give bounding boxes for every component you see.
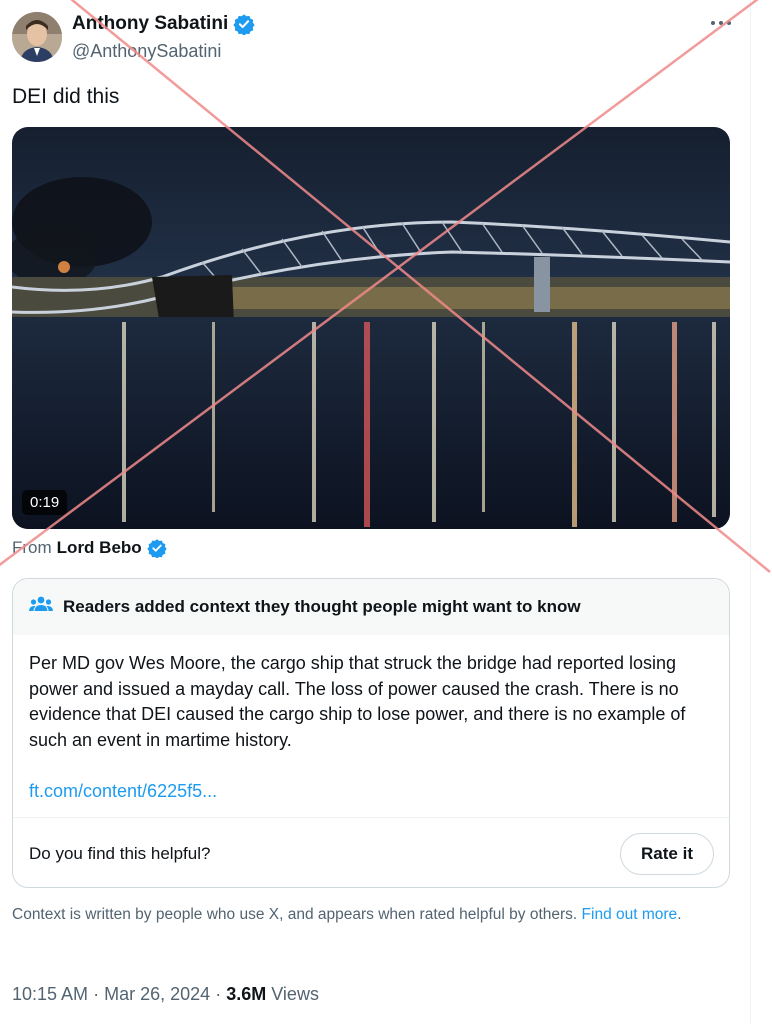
column-divider	[750, 0, 751, 1024]
author-name-row: Anthony Sabatini	[72, 13, 255, 36]
community-note-body: Per MD gov Wes Moore, the cargo ship tha…	[13, 635, 729, 805]
community-note-text: Per MD gov Wes Moore, the cargo ship tha…	[29, 653, 686, 750]
verified-badge-icon	[147, 538, 167, 559]
tweet-date[interactable]: Mar 26, 2024	[104, 984, 210, 1004]
views-label: Views	[271, 984, 319, 1004]
context-disclaimer-text: Context is written by people who use X, …	[12, 906, 578, 923]
video-player[interactable]: 0:19	[12, 127, 730, 529]
helpful-question: Do you find this helpful?	[29, 843, 211, 863]
tweet-time[interactable]: 10:15 AM	[12, 984, 88, 1004]
community-note: Readers added context they thought peopl…	[12, 578, 730, 888]
from-label: From	[12, 538, 52, 557]
find-out-more-link[interactable]: Find out more	[582, 906, 678, 923]
views-count: 3.6M	[226, 984, 267, 1004]
author-display-name[interactable]: Anthony Sabatini	[72, 13, 228, 35]
context-disclaimer-period: .	[677, 906, 682, 923]
community-note-header: Readers added context they thought peopl…	[13, 579, 729, 635]
people-icon	[29, 595, 53, 620]
meta-separator: ·	[93, 984, 100, 1004]
community-note-title: Readers added context they thought peopl…	[63, 597, 581, 616]
tweet-text: DEI did this	[12, 85, 120, 108]
from-user-link[interactable]: Lord Bebo	[57, 538, 142, 558]
verified-badge-icon	[233, 13, 255, 36]
media-attribution: From Lord Bebo	[12, 538, 167, 559]
meta-separator: ·	[215, 984, 222, 1004]
avatar[interactable]	[12, 12, 62, 62]
video-duration: 0:19	[22, 490, 68, 515]
rate-it-button[interactable]: Rate it	[620, 832, 714, 875]
author-handle[interactable]: @AnthonySabatini	[72, 41, 221, 62]
video-frame-image	[12, 127, 730, 529]
tweet-meta: 10:15 AM · Mar 26, 2024 · 3.6M Views	[12, 984, 319, 1005]
context-disclaimer: Context is written by people who use X, …	[12, 904, 722, 925]
community-note-link[interactable]: ft.com/content/6225f5...	[29, 779, 713, 805]
more-options-icon[interactable]	[706, 8, 736, 38]
community-note-footer: Do you find this helpful? Rate it	[13, 817, 729, 887]
